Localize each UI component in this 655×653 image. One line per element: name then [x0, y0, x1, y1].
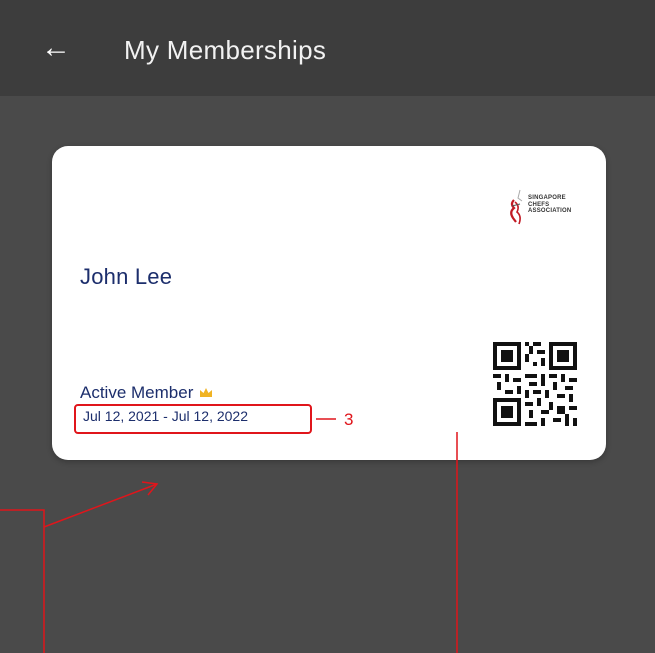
app-bar: ← My Memberships [0, 0, 655, 96]
crown-icon [200, 388, 213, 397]
annotation-label-3: 3 [344, 410, 354, 429]
logo-line-2: CHEFS [528, 201, 550, 208]
member-name: John Lee [80, 264, 173, 289]
back-arrow-icon[interactable]: ← [38, 30, 74, 66]
singapore-chefs-association-logo: SINGAPORE CHEFS ASSOCIATION [506, 184, 584, 240]
chef-emblem-icon [510, 189, 523, 225]
membership-status: Active Member [80, 382, 213, 404]
annotation-arrow-line [43, 483, 158, 528]
logo-line-1: SINGAPORE [528, 195, 566, 201]
page-title: My Memberships [124, 35, 327, 65]
status-text: Active Member [80, 383, 194, 402]
annotation-callout-box [0, 509, 45, 653]
annotation-highlight-box [74, 404, 312, 434]
logo-line-3: ASSOCIATION [528, 208, 572, 215]
qr-code-icon[interactable] [493, 342, 577, 426]
annotation-arrow-head [141, 481, 159, 496]
